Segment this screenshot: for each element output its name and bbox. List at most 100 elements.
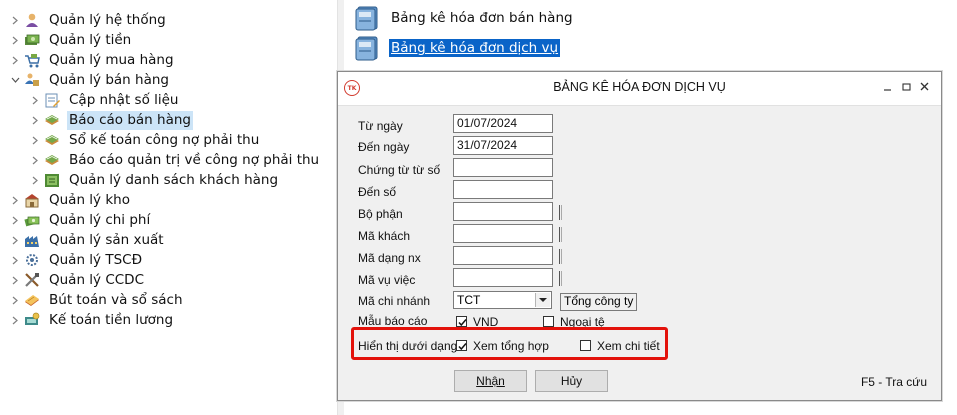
nx-type-field[interactable]: [453, 246, 553, 265]
report-book-icon: [354, 5, 380, 31]
chevron-right-icon[interactable]: [10, 254, 20, 266]
tree-item-receivables-mgmt-report[interactable]: Báo cáo quản trị về công nợ phải thu: [30, 150, 321, 170]
chevron-right-icon[interactable]: [10, 14, 20, 26]
to-doc-label: Đến số: [358, 185, 397, 199]
tree-item-purchase[interactable]: Quản lý mua hàng: [10, 50, 176, 70]
tree-item-label: Quản lý bán hàng: [49, 71, 169, 88]
department-label: Bộ phận: [358, 207, 403, 221]
report-item-label: Bảng kê hóa đơn bán hàng: [391, 10, 573, 26]
expense-icon: [24, 212, 40, 228]
branch-select-value: TCT: [457, 293, 481, 307]
customer-field[interactable]: [453, 224, 553, 243]
book-report-icon: [44, 132, 60, 148]
chevron-right-icon[interactable]: [10, 314, 20, 326]
chevron-down-icon[interactable]: [535, 293, 550, 307]
chevron-right-icon[interactable]: [30, 94, 40, 106]
chevron-right-icon[interactable]: [10, 194, 20, 206]
chevron-right-icon[interactable]: [30, 154, 40, 166]
book-report-icon: [44, 112, 60, 128]
report-item-sales-invoice-list[interactable]: Bảng kê hóa đơn bán hàng: [354, 4, 575, 32]
tree-item-label: Quản lý sản xuất: [49, 231, 164, 248]
report-item-service-invoice-list[interactable]: Bảng kê hóa đơn dịch vụ: [354, 34, 561, 62]
to-date-label: Đến ngày: [358, 140, 410, 154]
tree-item-label: Quản lý kho: [49, 191, 130, 208]
customer-lookup-divider: [559, 227, 562, 242]
template-label: Mẫu báo cáo: [358, 314, 428, 328]
branch-name-display: Tổng công ty: [560, 293, 638, 311]
chevron-right-icon[interactable]: [10, 34, 20, 46]
tree-item-payroll[interactable]: Kế toán tiền lương: [10, 310, 175, 330]
tree-item-update-data[interactable]: Cập nhật số liệu: [30, 90, 180, 110]
system-user-icon: [24, 12, 40, 28]
nx-type-lookup-divider: [559, 249, 562, 264]
dialog-titlebar[interactable]: TK BẢNG KÊ HÓA ĐƠN DỊCH VỤ: [338, 72, 941, 106]
display-mode-highlight: [351, 327, 668, 360]
chevron-right-icon[interactable]: [10, 294, 20, 306]
branch-select[interactable]: TCT: [453, 291, 552, 309]
tree-item-system[interactable]: Quản lý hệ thống: [10, 10, 168, 30]
purchase-icon: [24, 52, 40, 68]
chevron-right-icon[interactable]: [10, 234, 20, 246]
tree-item-label: Bút toán và sổ sách: [49, 291, 183, 308]
ok-button-label: Nhận: [476, 374, 505, 388]
tools-icon: [24, 272, 40, 288]
to-doc-field[interactable]: [453, 180, 553, 199]
fixed-asset-icon: [24, 252, 40, 268]
tree-item-label: Báo cáo quản trị về công nợ phải thu: [69, 151, 320, 168]
to-date-field[interactable]: 31/07/2024: [453, 136, 553, 155]
tree-item-sales-report[interactable]: Báo cáo bán hàng: [30, 110, 193, 130]
cancel-button-label: Hủy: [560, 374, 583, 388]
tree-item-expense[interactable]: Quản lý chi phí: [10, 210, 152, 230]
tree-item-label: Quản lý tiền: [49, 31, 132, 48]
job-lookup-divider: [559, 271, 562, 286]
update-data-icon: [44, 92, 60, 108]
tree-item-label: Kế toán tiền lương: [49, 311, 174, 328]
tree-item-sales[interactable]: Quản lý bán hàng: [10, 70, 171, 90]
tree-item-journal[interactable]: Bút toán và sổ sách: [10, 290, 185, 310]
chevron-right-icon[interactable]: [10, 214, 20, 226]
department-field[interactable]: [453, 202, 553, 221]
money-icon: [24, 32, 40, 48]
book-report-icon: [44, 152, 60, 168]
factory-icon: [24, 232, 40, 248]
cancel-button[interactable]: Hủy: [535, 370, 608, 392]
nx-type-label: Mã dạng nx: [358, 251, 421, 265]
tree-item-fixed-assets[interactable]: Quản lý TSCĐ: [10, 250, 144, 270]
tree-item-label: Quản lý danh sách khách hàng: [69, 171, 279, 188]
chevron-right-icon[interactable]: [10, 274, 20, 286]
payroll-icon: [24, 312, 40, 328]
report-book-icon: [354, 35, 380, 61]
tree-item-warehouse[interactable]: Quản lý kho: [10, 190, 132, 210]
lookup-hint: F5 - Tra cứu: [860, 375, 927, 389]
job-field[interactable]: [453, 268, 553, 287]
customer-list-icon: [44, 172, 60, 188]
tree-item-customer-list[interactable]: Quản lý danh sách khách hàng: [30, 170, 280, 190]
from-date-field[interactable]: 01/07/2024: [453, 114, 553, 133]
customer-label: Mã khách: [358, 229, 411, 243]
chevron-right-icon[interactable]: [30, 174, 40, 186]
tree-item-label: Quản lý chi phí: [49, 211, 151, 228]
foreign-currency-checkbox[interactable]: [543, 316, 554, 327]
chevron-right-icon[interactable]: [30, 114, 40, 126]
tree-item-production[interactable]: Quản lý sản xuất: [10, 230, 166, 250]
tree-item-label: Cập nhật số liệu: [69, 91, 179, 108]
vnd-checkbox[interactable]: [456, 316, 467, 327]
tree-item-label: Báo cáo bán hàng: [67, 110, 193, 130]
chevron-down-icon[interactable]: [10, 74, 20, 86]
maximize-icon[interactable]: [900, 80, 914, 94]
tree-item-receivables-ledger[interactable]: Sổ kế toán công nợ phải thu: [30, 130, 261, 150]
chevron-right-icon[interactable]: [10, 54, 20, 66]
minimize-icon[interactable]: [881, 80, 895, 94]
service-invoice-dialog: TK BẢNG KÊ HÓA ĐƠN DỊCH VỤ Từ ngày 01/07…: [337, 71, 942, 401]
branch-label: Mã chi nhánh: [358, 294, 431, 308]
dialog-title: BẢNG KÊ HÓA ĐƠN DỊCH VỤ: [553, 80, 726, 94]
tree-item-label: Quản lý TSCĐ: [49, 251, 143, 268]
close-icon[interactable]: [918, 80, 932, 94]
tree-item-tools[interactable]: Quản lý CCDC: [10, 270, 146, 290]
tree-item-money[interactable]: Quản lý tiền: [10, 30, 133, 50]
tree-item-label: Quản lý hệ thống: [49, 11, 166, 28]
from-doc-field[interactable]: [453, 158, 553, 177]
ok-button[interactable]: Nhận: [454, 370, 527, 392]
warehouse-icon: [24, 192, 40, 208]
chevron-right-icon[interactable]: [30, 134, 40, 146]
